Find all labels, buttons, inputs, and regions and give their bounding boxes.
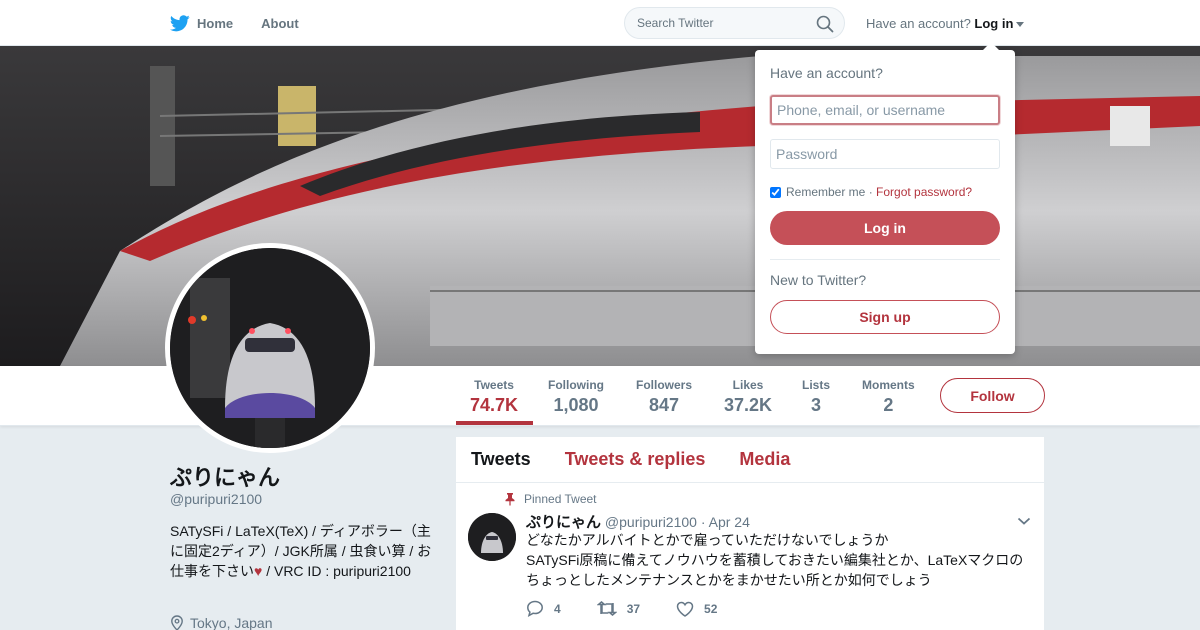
login-toggle[interactable]: Have an account? Log in: [866, 16, 1025, 31]
have-account-text: Have an account?: [866, 16, 971, 31]
stat-tweets[interactable]: Tweets 74.7K: [470, 378, 518, 416]
stat-label: Lists: [802, 378, 831, 392]
retweet-button[interactable]: 37: [596, 601, 641, 616]
new-to-twitter-text: New to Twitter?: [770, 272, 867, 288]
follow-button[interactable]: Follow: [940, 378, 1045, 413]
remember-label[interactable]: Remember me: [786, 185, 865, 199]
reply-icon: [527, 600, 543, 617]
like-button[interactable]: 52: [676, 601, 717, 617]
reply-button[interactable]: 4: [526, 600, 561, 617]
stat-value: 847: [648, 395, 680, 415]
stat-lists[interactable]: Lists 3: [802, 378, 830, 416]
pin-icon: [505, 493, 515, 506]
login-button[interactable]: Log in: [770, 211, 1000, 245]
reply-count: 4: [554, 601, 561, 616]
retweet-icon: [596, 601, 617, 616]
remember-checkbox[interactable]: [770, 186, 781, 198]
timeline-tabs: Tweets Tweets & replies Media: [456, 437, 1044, 483]
search-icon[interactable]: [816, 15, 834, 33]
stat-likes[interactable]: Likes 37.2K: [724, 378, 772, 416]
caret-down-icon: [1016, 22, 1025, 28]
bio-text-tail: / VRC ID : puripuri2100: [262, 563, 411, 579]
tweet-line: SATySFi原稿に備えてノウハウを蓄積しておきたい編集社とか、LaTeXマクロ…: [526, 552, 1024, 588]
tweet-line: どなたかアルバイトとかで雇っていただけないでしょうか: [526, 532, 889, 548]
search-input[interactable]: [637, 16, 807, 30]
avatar[interactable]: [165, 243, 375, 453]
profile-location: Tokyo, Japan: [170, 615, 273, 630]
active-stat-underline: [456, 421, 533, 425]
tab-tweets[interactable]: Tweets: [471, 449, 531, 470]
nav-home-link[interactable]: Home: [170, 14, 234, 32]
tweet-text: どなたかアルバイトとかで雇っていただけないでしょうか SATySFi原稿に備えて…: [526, 530, 1031, 590]
top-nav: Home About Have an account? Log in: [0, 0, 1200, 46]
profile-bio: SATySFi / LaTeX(TeX) / ディアボラー（主に固定2ディア）/…: [170, 521, 432, 581]
pinned-indicator: Pinned Tweet: [504, 492, 597, 506]
location-text: Tokyo, Japan: [190, 615, 273, 630]
pinned-label: Pinned Tweet: [524, 492, 597, 506]
timeline: Tweets Tweets & replies Media Pinned Twe…: [456, 437, 1044, 630]
signup-button[interactable]: Sign up: [770, 300, 1000, 334]
stat-label: Likes: [732, 378, 764, 392]
username-field[interactable]: [770, 95, 1000, 125]
tab-media[interactable]: Media: [739, 449, 790, 470]
chevron-down-icon[interactable]: [1017, 516, 1031, 526]
stat-value: 1,080: [553, 395, 599, 415]
avatar-image: [170, 248, 370, 448]
nav-home-label: Home: [197, 15, 234, 31]
stat-value: 2: [883, 395, 894, 415]
remember-row: Remember me · Forgot password?: [770, 185, 1000, 199]
tweet-avatar[interactable]: [468, 513, 516, 561]
twitter-bird-icon: [170, 14, 190, 31]
stat-label: Followers: [636, 378, 693, 392]
profile-handle[interactable]: @puripuri2100: [170, 491, 262, 507]
tweet-date[interactable]: · Apr 24: [701, 514, 750, 530]
stat-value: 3: [811, 395, 822, 415]
tweet-actions: 4 37 52: [526, 600, 753, 617]
stat-label: Following: [548, 378, 604, 392]
tweet-author[interactable]: ぷりにゃん: [526, 514, 601, 531]
location-pin-icon: [171, 615, 183, 630]
password-field[interactable]: [770, 139, 1000, 169]
separator-dot: ·: [865, 185, 877, 199]
retweet-count: 37: [626, 601, 641, 616]
heart-outline-icon: [676, 601, 694, 617]
nav-about-link[interactable]: About: [261, 16, 299, 31]
nav-left: Home About: [170, 0, 299, 46]
divider: [770, 259, 1000, 260]
login-title: Have an account?: [770, 65, 883, 81]
profile-name: ぷりにゃん: [170, 465, 281, 490]
stat-value: 74.7K: [470, 395, 519, 415]
tab-tweets-replies[interactable]: Tweets & replies: [565, 449, 706, 470]
stat-moments[interactable]: Moments 2: [862, 378, 915, 416]
search-box[interactable]: [624, 7, 845, 39]
tweet-header: ぷりにゃん @puripuri2100 · Apr 24: [526, 511, 750, 532]
tweet-handle[interactable]: @puripuri2100: [605, 514, 697, 530]
tweet-avatar-image: [468, 513, 516, 561]
stat-value: 37.2K: [724, 395, 773, 415]
stat-label: Tweets: [474, 378, 514, 392]
login-dropdown: Have an account? Remember me · Forgot pa…: [755, 42, 1015, 354]
forgot-password-link[interactable]: Forgot password?: [876, 185, 972, 199]
stat-followers[interactable]: Followers 847: [636, 378, 692, 416]
stat-following[interactable]: Following 1,080: [548, 378, 604, 416]
stat-label: Moments: [862, 378, 915, 392]
login-toggle-label[interactable]: Log in: [974, 16, 1013, 31]
like-count: 52: [704, 601, 718, 616]
